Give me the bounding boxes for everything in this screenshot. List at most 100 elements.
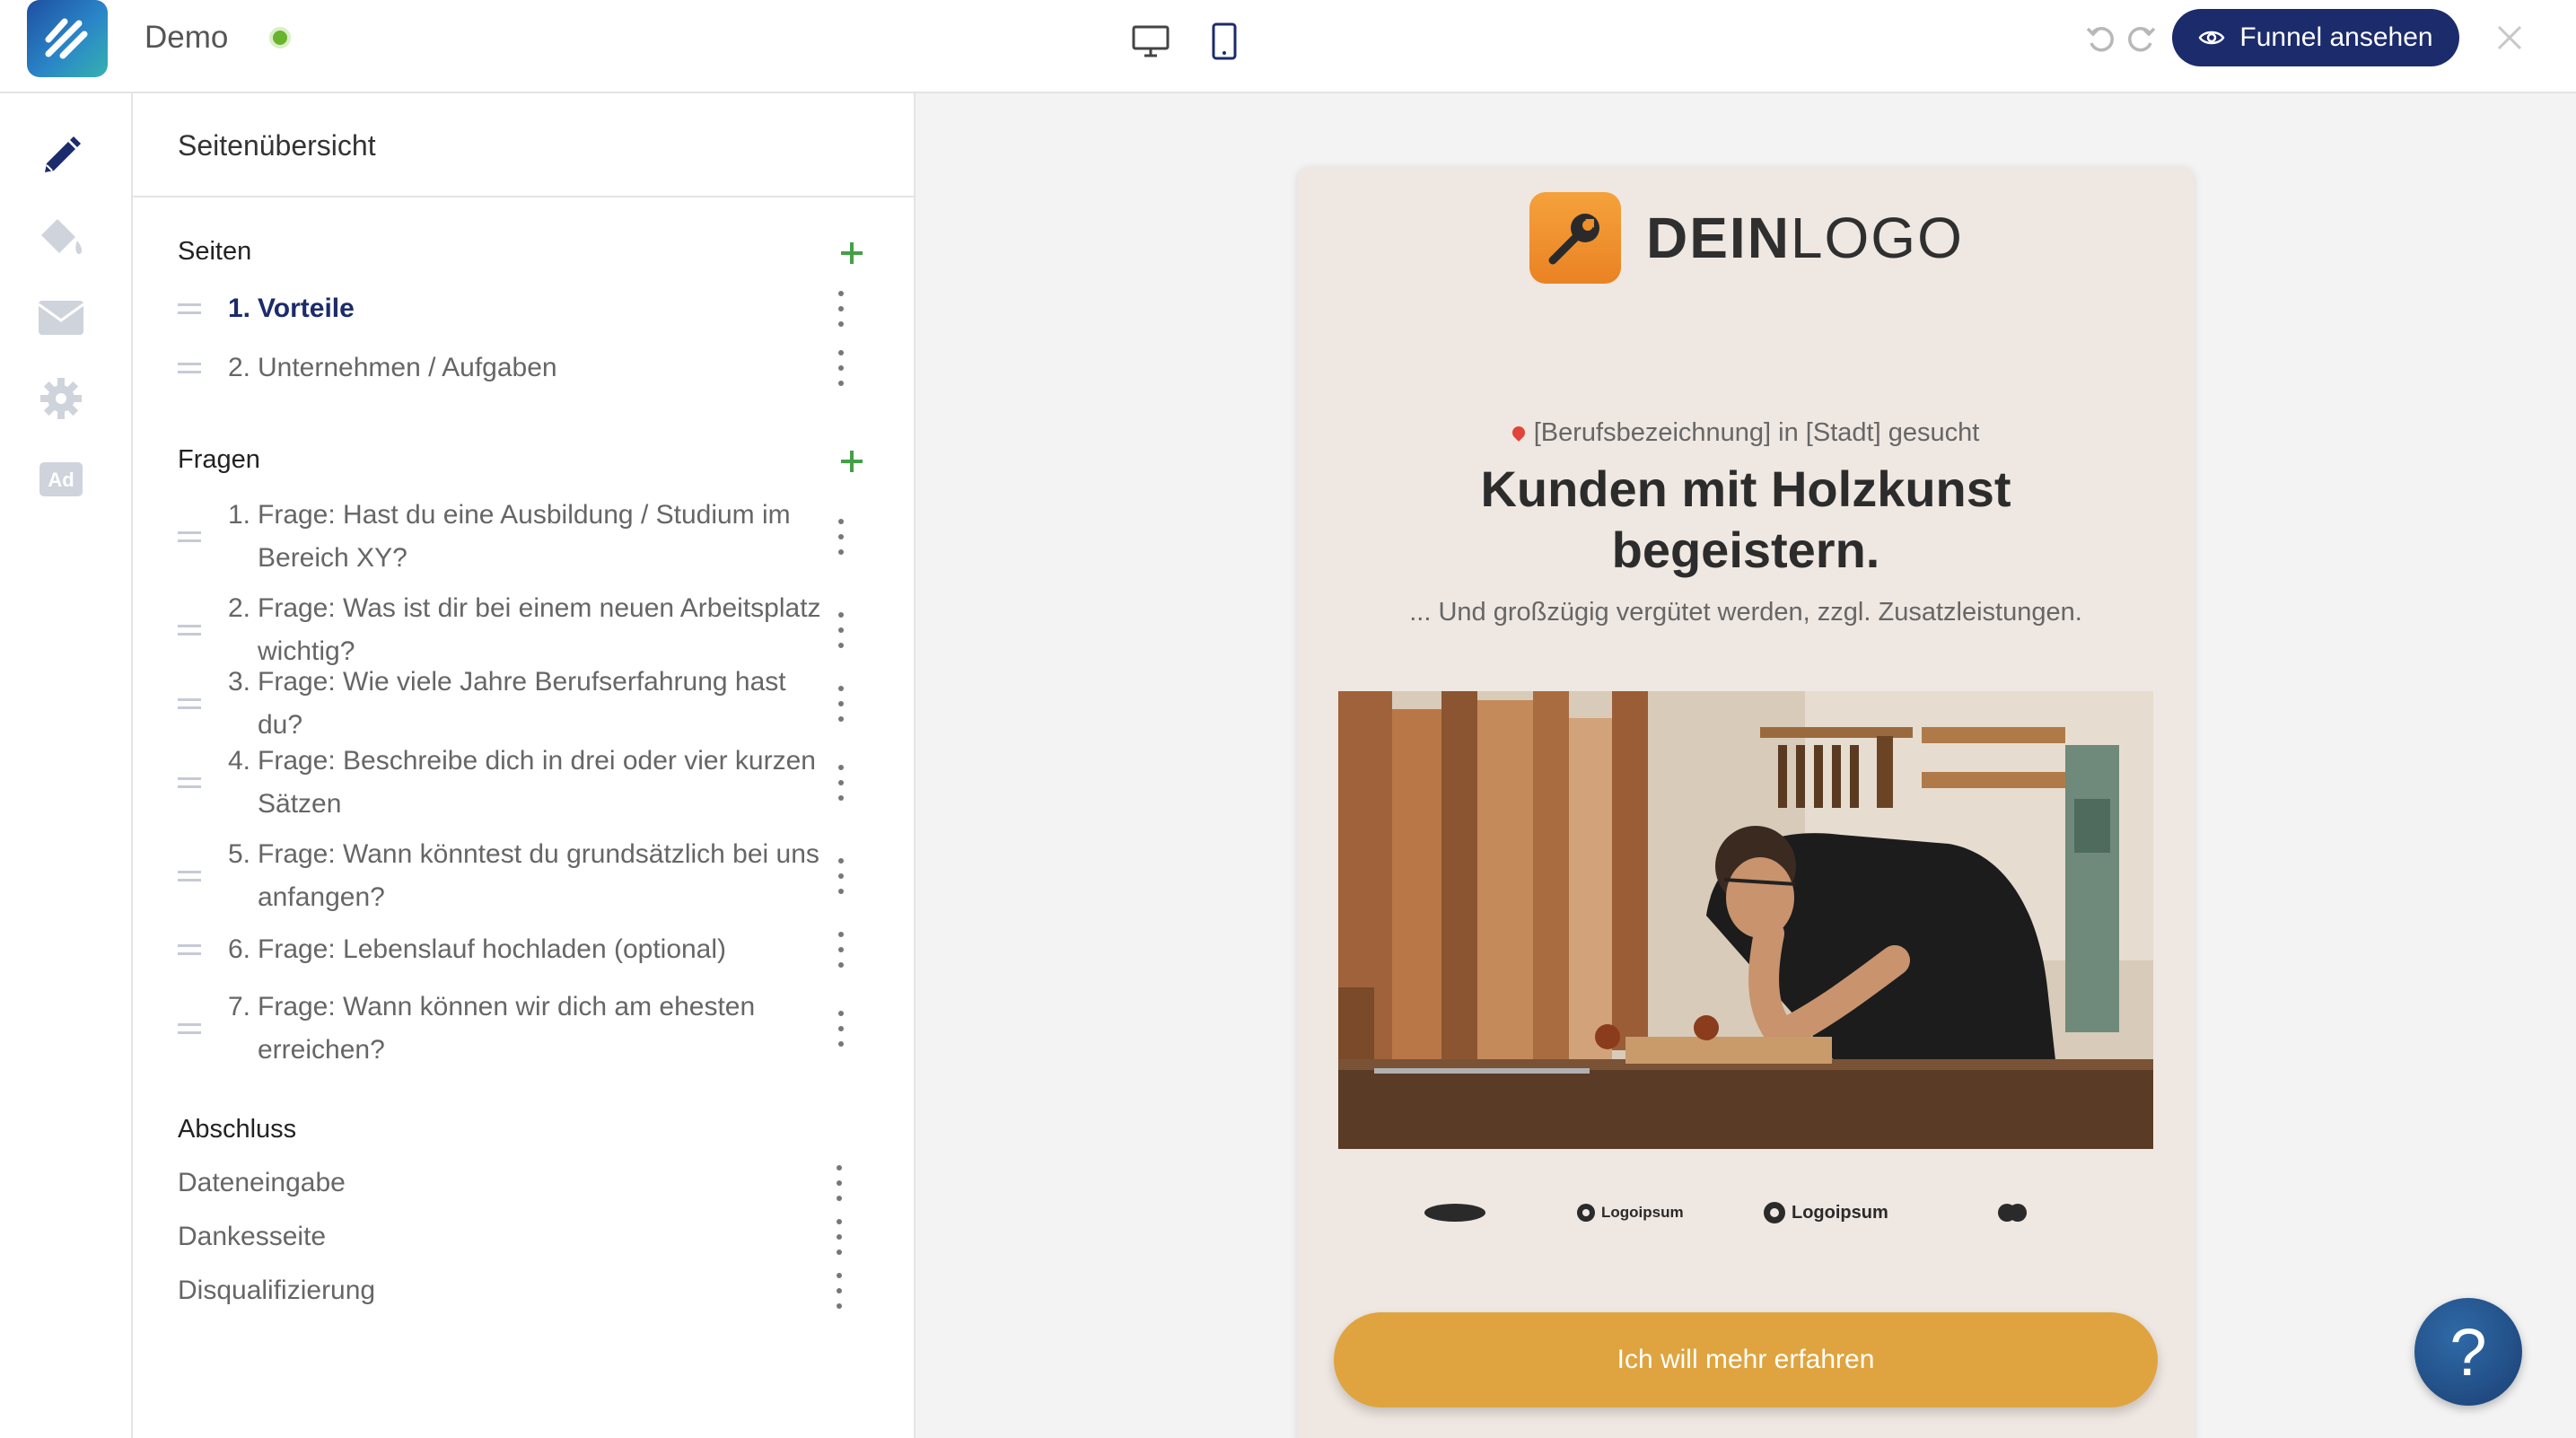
more-options-icon[interactable]: [837, 519, 845, 555]
help-button[interactable]: ?: [2414, 1298, 2522, 1406]
redo-button[interactable]: [2122, 20, 2158, 56]
item-label: Frage: Beschreibe dich in drei oder vier…: [258, 746, 816, 819]
item-number: 2.: [228, 593, 251, 623]
item-label: Unternehmen / Aufgaben: [258, 353, 557, 382]
top-bar: Demo Funnel ansehen: [0, 0, 2576, 93]
sidebar-rail: Ad: [0, 93, 133, 1438]
close-icon: [2497, 25, 2522, 50]
rail-edit-button[interactable]: [34, 129, 88, 183]
more-options-icon[interactable]: [837, 932, 845, 968]
partner-logo: Logoipsum: [1763, 1199, 1888, 1226]
partner-logo-mark: [1577, 1204, 1595, 1222]
panel-title: Seitenübersicht: [178, 129, 376, 162]
pages-section-title: Seiten: [178, 237, 252, 266]
drag-handle-icon[interactable]: [178, 363, 201, 373]
drag-handle-icon[interactable]: [178, 777, 201, 788]
brand-logo[interactable]: DEINLOGO: [1529, 192, 1964, 284]
subheadline[interactable]: ... Und großzügig vergütet werden, zzgl.…: [1298, 598, 2194, 627]
item-label: Frage: Hast du eine Ausbildung / Studium…: [258, 500, 791, 573]
funnel-preview: DEINLOGO [Berufsbezeichnung] in [Stadt] …: [1298, 167, 2194, 1438]
redo-icon: [2128, 26, 2156, 52]
item-number: 5.: [228, 839, 251, 869]
mobile-view-button[interactable]: [1199, 16, 1249, 66]
brand-text-light: LOGO: [1790, 206, 1964, 270]
plus-icon: [841, 242, 863, 264]
drag-handle-icon[interactable]: [178, 698, 201, 709]
rail-design-button[interactable]: [34, 210, 88, 264]
close-button[interactable]: [2488, 16, 2531, 59]
partner-logo: Logoipsum: [1576, 1199, 1684, 1226]
drag-handle-icon[interactable]: [178, 303, 201, 314]
rail-mail-button[interactable]: [34, 291, 88, 345]
more-options-icon[interactable]: [837, 686, 845, 722]
more-options-icon[interactable]: [836, 1273, 843, 1309]
question-item[interactable]: 1. Frage: Hast du eine Ausbildung / Studi…: [178, 494, 878, 580]
partner-logo-shape: [1424, 1204, 1485, 1222]
more-options-icon[interactable]: [837, 1011, 845, 1047]
brand-text-bold: DEIN: [1646, 206, 1791, 270]
question-item[interactable]: 4. Frage: Beschreibe dich in drei oder vi…: [178, 740, 878, 826]
item-number: 2.: [228, 353, 251, 382]
drag-handle-icon[interactable]: [178, 871, 201, 881]
partner-logo-mark: [1764, 1202, 1785, 1223]
item-label: Dankesseite: [178, 1222, 327, 1251]
plus-icon: [841, 451, 863, 472]
question-item[interactable]: 6. Frage: Lebenslauf hochladen (optional): [178, 928, 878, 971]
questions-section-title: Fragen: [178, 445, 260, 474]
end-item-disqualification[interactable]: Disqualifizierung: [178, 1269, 878, 1312]
drag-handle-icon[interactable]: [178, 531, 201, 542]
app-logo[interactable]: [27, 0, 108, 77]
item-number: 1.: [228, 500, 251, 530]
item-number: 1.: [228, 294, 251, 323]
undo-icon: [2086, 26, 2114, 52]
partner-logo-text: Logoipsum: [1792, 1202, 1888, 1223]
undo-button[interactable]: [2084, 20, 2120, 56]
drag-handle-icon[interactable]: [178, 1023, 201, 1034]
item-number: 3.: [228, 667, 251, 697]
more-options-icon[interactable]: [836, 1165, 843, 1201]
rail-settings-button[interactable]: [34, 372, 88, 425]
wrench-icon: [1529, 192, 1621, 284]
add-question-button[interactable]: [837, 447, 866, 476]
headline[interactable]: Kunden mit Holzkunst begeistern.: [1388, 459, 2104, 581]
svg-text:Ad: Ad: [48, 469, 74, 491]
more-options-icon[interactable]: [837, 858, 845, 894]
desktop-icon: [1132, 25, 1170, 57]
more-options-icon[interactable]: [837, 765, 845, 801]
mail-icon: [38, 301, 84, 335]
partner-logos: Logoipsum Logoipsum: [1424, 1199, 2070, 1226]
paint-bucket-icon: [41, 219, 83, 255]
more-options-icon[interactable]: [837, 612, 845, 648]
location-line: [Berufsbezeichnung] in [Stadt] gesucht: [1298, 418, 2194, 448]
item-number: 6.: [228, 934, 251, 964]
app-logo-icon: [45, 18, 88, 59]
view-funnel-button[interactable]: Funnel ansehen: [2172, 9, 2459, 66]
item-label: Disqualifizierung: [178, 1276, 376, 1305]
more-options-icon[interactable]: [836, 1219, 843, 1255]
settings-icon: [40, 378, 82, 419]
drag-handle-icon[interactable]: [178, 944, 201, 955]
app-title: Demo: [145, 20, 229, 55]
cta-button[interactable]: Ich will mehr erfahren: [1334, 1312, 2158, 1407]
end-item-thank-you[interactable]: Dankesseite: [178, 1215, 878, 1258]
partner-logo-mark: [1998, 1204, 2027, 1222]
more-options-icon[interactable]: [837, 291, 845, 327]
add-page-button[interactable]: [837, 239, 866, 267]
rail-ads-button[interactable]: Ad: [34, 452, 88, 506]
question-item[interactable]: 7. Frage: Wann können wir dich am ehesten…: [178, 986, 878, 1072]
item-label: Frage: Wann könntest du grundsätzlich be…: [258, 839, 819, 912]
question-item[interactable]: 3. Frage: Wie viele Jahre Berufserfahrung…: [178, 667, 878, 740]
status-indicator: [269, 27, 291, 48]
item-number: 4.: [228, 746, 251, 776]
partner-logo: [1994, 1199, 2030, 1226]
page-item[interactable]: 1. Vorteile: [178, 287, 878, 330]
more-options-icon[interactable]: [837, 350, 845, 386]
question-item[interactable]: 5. Frage: Wann könntest du grundsätzlich …: [178, 833, 878, 919]
desktop-view-button[interactable]: [1126, 16, 1176, 66]
drag-handle-icon[interactable]: [178, 625, 201, 636]
item-label: Frage: Wann können wir dich am ehesten e…: [258, 992, 756, 1065]
end-section-title: Abschluss: [178, 1115, 297, 1144]
hero-image[interactable]: [1338, 691, 2153, 1149]
end-item-data-entry[interactable]: Dateneingabe: [178, 1162, 878, 1205]
page-item[interactable]: 2. Unternehmen / Aufgaben: [178, 346, 878, 390]
